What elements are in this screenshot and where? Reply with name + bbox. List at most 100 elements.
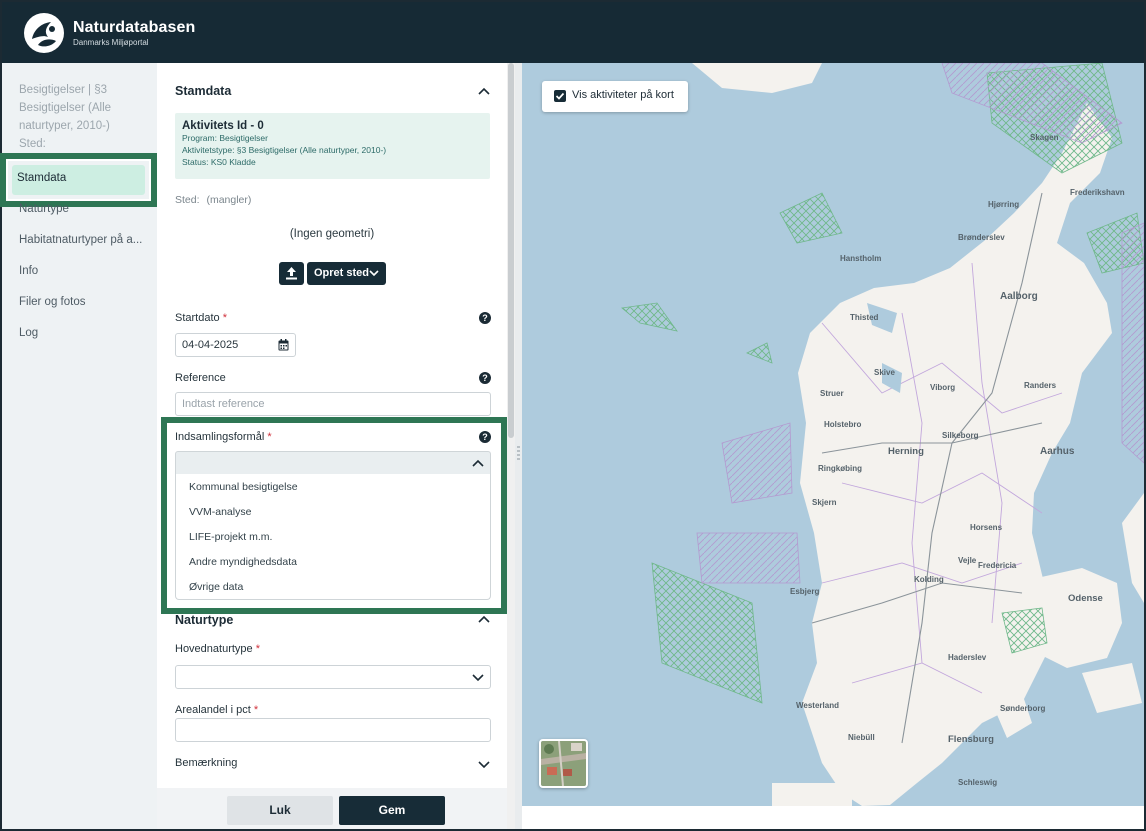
save-button[interactable]: Gem xyxy=(339,796,445,825)
map-place-label: Ringkøbing xyxy=(818,464,862,473)
map-place-label: Thisted xyxy=(850,313,879,322)
app-subtitle: Danmarks Miljøportal xyxy=(73,37,149,47)
section-title-stamdata: Stamdata xyxy=(175,84,232,98)
chevron-up-icon xyxy=(472,459,484,467)
indsamling-dropdown: Kommunal besigtigelse VVM-analyse LIFE-p… xyxy=(175,474,491,600)
startdato-label: Startdato * xyxy=(175,312,227,324)
required-marker: * xyxy=(253,704,259,716)
upload-button[interactable] xyxy=(279,262,304,285)
section-title-naturtype: Naturtype xyxy=(175,613,234,627)
sidebar-item-stamdata[interactable]: Stamdata xyxy=(12,165,145,195)
create-place-button[interactable]: Opret sted xyxy=(307,262,386,285)
required-marker: * xyxy=(267,431,272,443)
close-button[interactable]: Luk xyxy=(227,796,333,825)
sted-label: Sted: xyxy=(175,194,200,206)
help-icon[interactable]: ? xyxy=(479,431,491,443)
form-footer: Luk Gem xyxy=(157,788,515,829)
map-place-label: Aalborg xyxy=(1000,291,1038,302)
sidebar-item-log[interactable]: Log xyxy=(19,327,38,339)
map-place-label: Sønderborg xyxy=(1000,704,1046,713)
show-activities-label: Vis aktiviteter på kort xyxy=(572,89,674,101)
form-panel: Stamdata Aktivitets Id - 0 Program: Besi… xyxy=(157,63,522,829)
map-place-label: Flensburg xyxy=(948,734,994,745)
arealandel-label: Arealandel i pct * xyxy=(175,704,259,716)
sidebar-item-filer-og-fotos[interactable]: Filer og fotos xyxy=(19,296,85,308)
arealandel-input[interactable] xyxy=(175,718,491,742)
sidebar-item-naturtype[interactable]: Naturtype xyxy=(19,203,69,215)
chevron-down-icon xyxy=(472,674,484,682)
chevron-up-icon[interactable] xyxy=(477,86,491,96)
resize-grip-icon[interactable] xyxy=(517,446,520,460)
activity-id: Aktivitets Id - 0 xyxy=(182,120,264,132)
activity-program: Program: Besigtigelser xyxy=(182,133,268,143)
chevron-up-icon[interactable] xyxy=(477,614,491,624)
show-activities-toggle[interactable]: Vis aktiviteter på kort xyxy=(542,81,688,112)
activity-status: Status: KS0 Kladde xyxy=(182,157,256,167)
dropdown-option[interactable]: Kommunal besigtigelse xyxy=(189,481,298,493)
dropdown-option[interactable]: Andre myndighedsdata xyxy=(189,556,297,568)
checkbox-checked-icon[interactable] xyxy=(554,90,566,102)
map-place-label: Fredericia xyxy=(978,561,1017,570)
dropdown-option[interactable]: LIFE-projekt m.m. xyxy=(189,531,272,543)
chevron-down-icon[interactable] xyxy=(477,759,491,769)
map-place-label: Westerland xyxy=(796,701,839,710)
map-place-label: Aarhus xyxy=(1040,446,1075,457)
activity-info-box: Aktivitets Id - 0 Program: Besigtigelser… xyxy=(175,113,490,179)
map-place-label: Brønderslev xyxy=(958,233,1005,242)
map-place-label: Vejle xyxy=(958,556,977,565)
indsamling-select[interactable] xyxy=(175,451,491,474)
chevron-down-icon xyxy=(369,270,379,277)
dropdown-option[interactable]: VVM-analyse xyxy=(189,506,251,518)
map-view[interactable]: Skagen Frederikshavn Hjørring Brøndersle… xyxy=(522,63,1144,829)
basemap-switcher[interactable] xyxy=(539,739,588,788)
help-icon[interactable]: ? xyxy=(479,312,491,324)
upload-icon xyxy=(286,267,297,280)
map-place-label: Silkeborg xyxy=(942,431,979,440)
map-bottom-bar xyxy=(522,806,1144,829)
map-place-label: Niebüll xyxy=(848,733,875,742)
calendar-icon[interactable] xyxy=(278,339,289,351)
map-place-label: Haderslev xyxy=(948,653,987,662)
help-icon[interactable]: ? xyxy=(479,372,491,384)
highlight-box-stamdata: Stamdata xyxy=(0,153,157,207)
reference-label: Reference xyxy=(175,372,226,384)
required-marker: * xyxy=(222,312,227,324)
nav-heading: Besigtigelser | §3 Besigtigelser (Alle n… xyxy=(19,84,112,150)
map-place-label: Randers xyxy=(1024,381,1057,390)
indsamling-label: Indsamlingsformål * xyxy=(175,431,272,443)
sted-value: (mangler) xyxy=(206,194,252,206)
panel-scrollbar-thumb[interactable] xyxy=(508,63,514,438)
map-place-label: Struer xyxy=(820,389,844,398)
map-place-label: Hanstholm xyxy=(840,254,882,263)
map-place-label: Odense xyxy=(1068,593,1103,604)
required-marker: * xyxy=(255,643,261,655)
hovednaturtype-label: Hovednaturtype * xyxy=(175,643,261,655)
sidebar-item-info[interactable]: Info xyxy=(19,265,38,277)
sidebar-item-habitatnaturtyper[interactable]: Habitatnaturtyper på a... xyxy=(19,234,142,246)
map-place-label: Schleswig xyxy=(958,778,998,787)
map-place-label: Holstebro xyxy=(824,420,862,429)
map-place-label: Viborg xyxy=(930,383,956,392)
create-place-label: Opret sted xyxy=(314,267,370,279)
app-title: Naturdatabasen xyxy=(73,18,196,36)
map-place-label: Hjørring xyxy=(988,200,1020,209)
hovednaturtype-select[interactable] xyxy=(175,665,491,689)
logo-icon[interactable] xyxy=(24,12,64,53)
startdato-value: 04-04-2025 xyxy=(182,339,239,351)
top-header: Naturdatabasen Danmarks Miljøportal xyxy=(2,2,1144,63)
map-place-label: Skagen xyxy=(1030,133,1059,142)
map-place-label: Kolding xyxy=(914,575,944,584)
aerial-map-icon xyxy=(541,741,586,786)
map-place-label: Horsens xyxy=(970,523,1003,532)
bemaerkning-label[interactable]: Bemærkning xyxy=(175,757,237,769)
startdato-field[interactable]: 04-04-2025 xyxy=(175,333,296,357)
map-place-label: Skive xyxy=(874,368,895,377)
reference-input[interactable]: Indtast reference xyxy=(175,392,491,416)
activity-type: Aktivitetstype: §3 Besigtigelser (Alle n… xyxy=(182,145,387,155)
map-place-label: Frederikshavn xyxy=(1070,188,1125,197)
dropdown-option[interactable]: Øvrige data xyxy=(189,581,243,593)
no-geometry-text: (Ingen geometri) xyxy=(289,228,375,240)
left-nav: Besigtigelser | §3 Besigtigelser (Alle n… xyxy=(0,63,157,829)
sted-row: Sted: (mangler) xyxy=(175,194,251,206)
map-place-label: Esbjerg xyxy=(790,587,820,596)
